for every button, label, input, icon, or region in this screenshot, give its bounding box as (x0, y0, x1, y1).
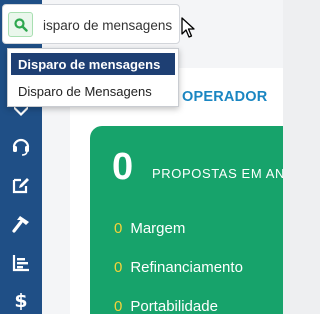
dollar-icon[interactable]: $ (9, 288, 33, 312)
card-count: 0 (112, 146, 134, 188)
search-input[interactable] (39, 13, 176, 37)
card-row-label: Margem (130, 219, 186, 237)
proposals-card[interactable]: 0 PROPOSTAS EM AN 0 Margem 0 Refinanciam… (90, 126, 283, 314)
mouse-cursor-icon (181, 17, 197, 44)
edit-icon[interactable] (9, 173, 33, 197)
card-row-value: 0 (114, 219, 123, 237)
suggestion-item[interactable]: Disparo de Mensagens (11, 80, 175, 102)
svg-text:$: $ (14, 290, 27, 311)
search-icon[interactable] (8, 12, 33, 37)
section-title: OPERADOR (182, 89, 268, 105)
card-row-label: Refinanciamento (130, 258, 243, 276)
hammer-icon[interactable] (9, 212, 33, 236)
card-title: PROPOSTAS EM AN (152, 166, 283, 181)
search-box[interactable] (2, 4, 180, 44)
search-suggestions-dropdown: Disparo de mensagens Disparo de Mensagen… (7, 48, 179, 107)
card-row-value: 0 (114, 258, 123, 276)
card-row-portabilidade[interactable]: 0 Portabilidade (114, 296, 218, 314)
card-row-value: 0 (114, 297, 123, 314)
card-row-margem[interactable]: 0 Margem (114, 218, 185, 238)
suggestion-item-highlighted[interactable]: Disparo de mensagens (11, 53, 175, 75)
card-row-label: Portabilidade (130, 297, 218, 314)
card-row-refinanciamento[interactable]: 0 Refinanciamento (114, 257, 243, 277)
headset-icon[interactable] (9, 134, 33, 158)
chart-icon[interactable] (9, 251, 33, 275)
